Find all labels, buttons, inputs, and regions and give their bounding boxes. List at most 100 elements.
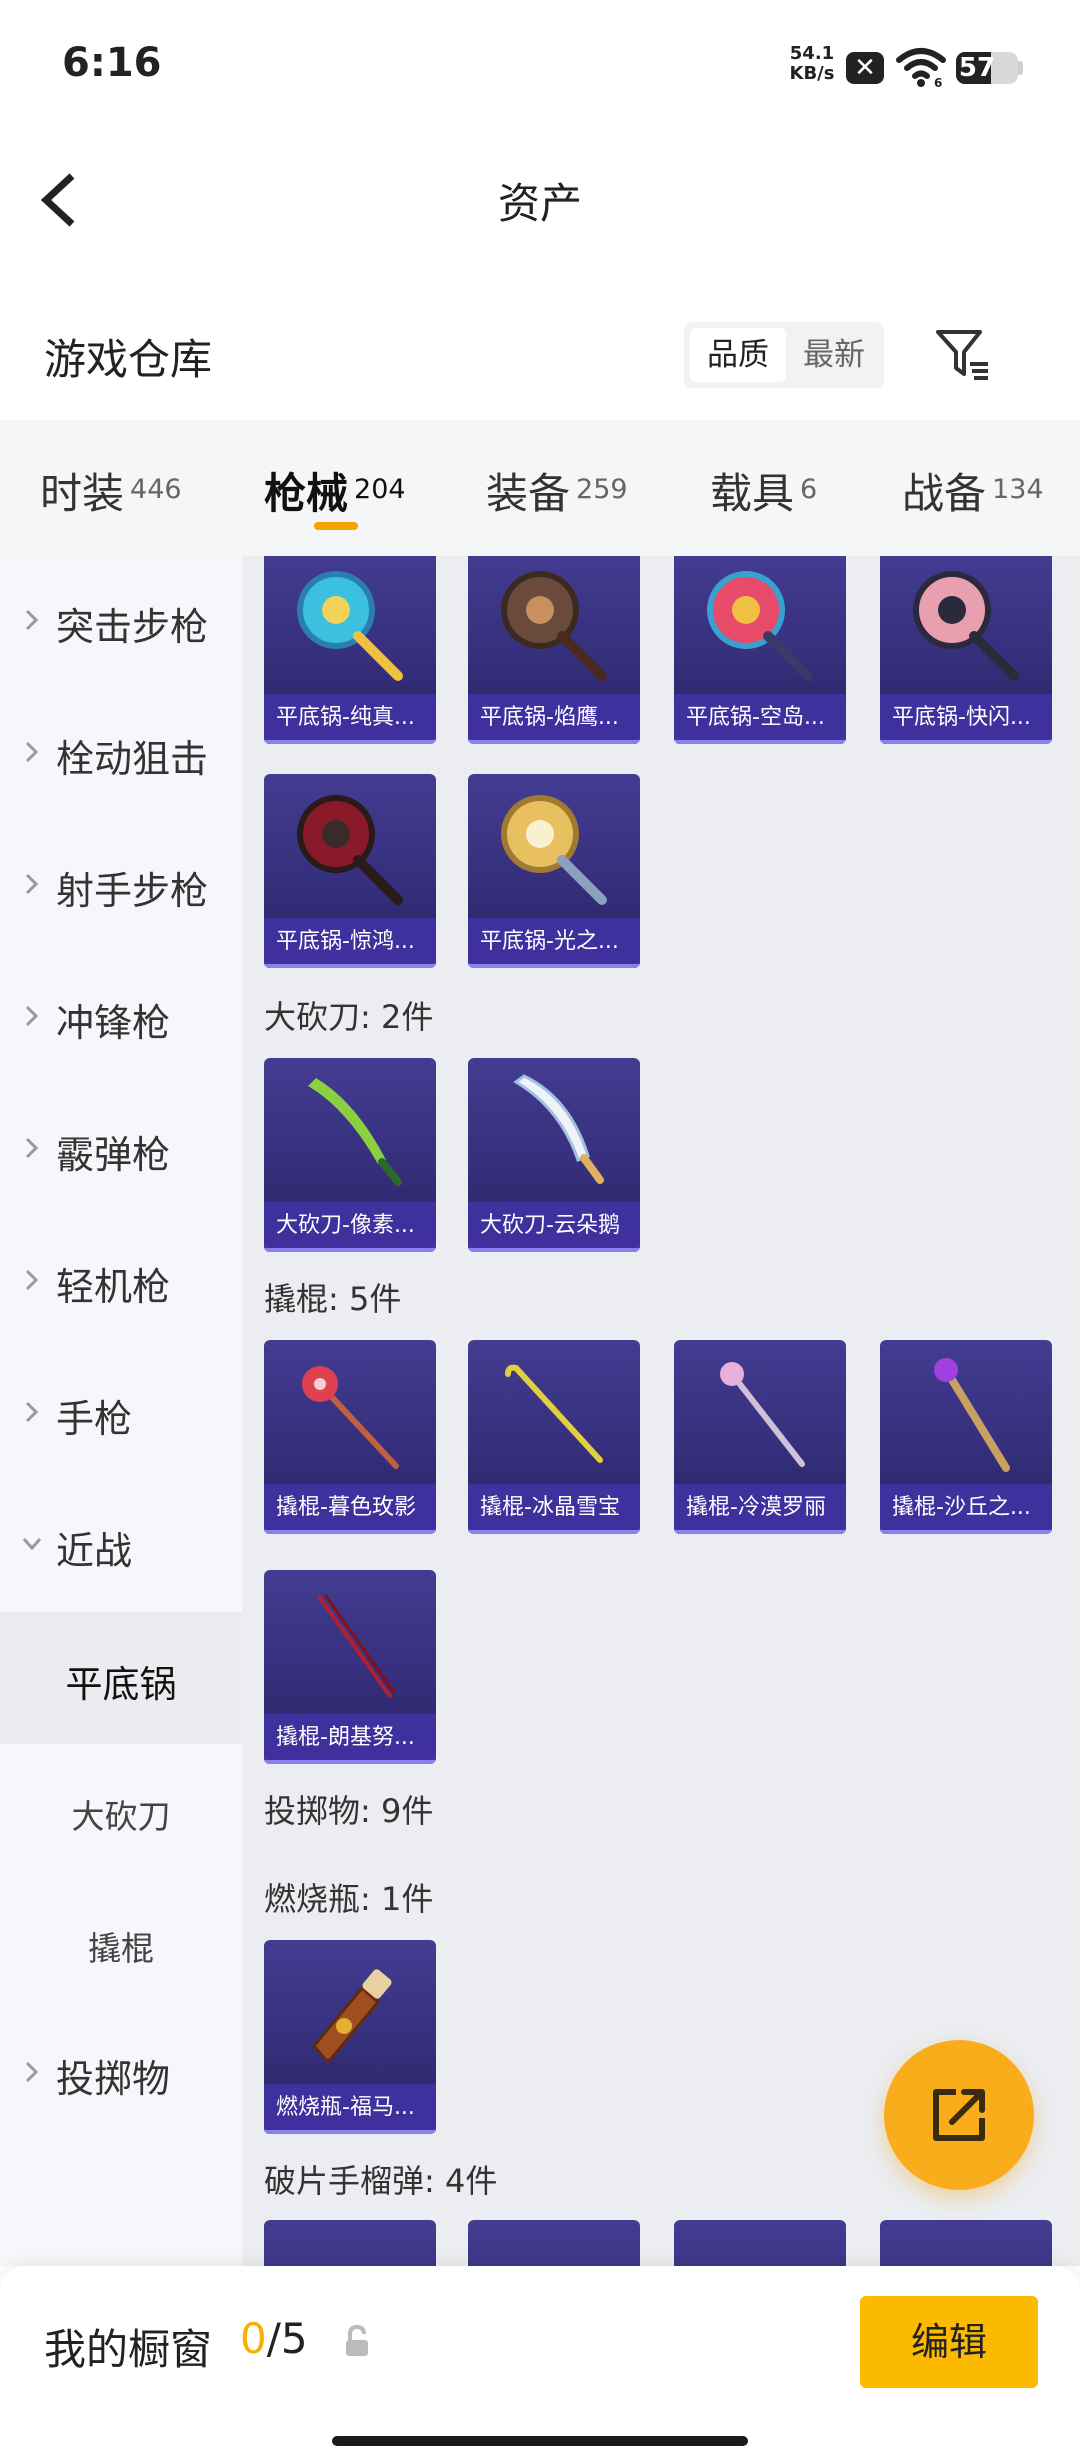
sort-by-newest-button[interactable]: 最新 [788,328,880,382]
screen: 6:16 54.1 KB/s ✕ 6 57 资产 游戏仓库 品质 最新 时装 4… [0,0,1080,2460]
item-name: 大砍刀-云朵鹅 [468,1202,640,1252]
sidebar-item-throwables[interactable]: 投掷物 [0,2008,242,2140]
share-button[interactable] [884,2040,1034,2190]
sidebar-label: 投掷物 [56,2057,171,2101]
sidebar-subitem-crowbar[interactable]: 撬棍 [0,1876,242,2008]
battery-tip [1018,61,1023,75]
sidebar-item-smg[interactable]: 冲锋枪 [0,952,242,1084]
status-bar: 6:16 54.1 KB/s ✕ 6 57 [0,0,1080,140]
item-card[interactable]: 平底锅-焰鹰... [468,556,640,744]
tab-label: 载具 [710,469,795,518]
item-card[interactable]: 撬棍-沙丘之... [880,1340,1052,1534]
status-time: 6:16 [62,40,162,86]
item-card[interactable]: 大砍刀-像素... [264,1058,436,1252]
item-name: 撬棍-朗基努... [264,1714,436,1764]
crowbar-icon [720,1362,805,1467]
sidebar-label: 霰弹枪 [56,1133,171,1177]
sidebar-item-shotgun[interactable]: 霰弹枪 [0,1084,242,1216]
tab-fashion[interactable]: 时装 446 [40,460,182,521]
item-card[interactable]: 撬棍-冷漠罗丽 [674,1340,846,1534]
tab-label: 装备 [486,469,571,518]
item-card[interactable]: 平底锅-光之... [468,774,640,968]
sidebar-item-lmg[interactable]: 轻机枪 [0,1216,242,1348]
chevron-right-icon [25,2061,39,2083]
item-card[interactable]: 平底锅-快闪... [880,556,1052,744]
tab-equipment[interactable]: 装备 259 [486,460,628,521]
sidebar-item-melee[interactable]: 近战 [0,1480,242,1612]
sidebar-subitem-pan[interactable]: 平底锅 [0,1612,242,1744]
tab-count: 259 [576,474,628,505]
edit-button[interactable]: 编辑 [860,2296,1038,2388]
item-name: 撬棍-暮色玫影 [264,1484,436,1534]
tab-count: 204 [354,474,406,505]
item-grid: 平底锅-纯真... 平底锅-焰鹰... 平底锅-空岛... 平底锅-快闪... … [242,556,1080,2266]
pan-icon [707,571,813,681]
sidebar-item-marksman-rifle[interactable]: 射手步枪 [0,820,242,952]
sort-toggle: 品质 最新 [684,322,884,388]
sidebar-item-assault-rifle[interactable]: 突击步枪 [0,556,242,688]
tab-vehicles[interactable]: 载具 6 [710,460,817,521]
battery-indicator: 57 [956,52,1018,84]
sidebar-label: 射手步枪 [56,869,209,913]
lock-icon [346,2324,368,2356]
item-name: 平底锅-惊鸿... [264,918,436,968]
chevron-down-icon [22,1538,42,1551]
pan-icon [501,571,607,681]
tab-count: 6 [800,474,818,505]
item-card[interactable] [264,2220,436,2266]
item-card[interactable]: 撬棍-暮色玫影 [264,1340,436,1534]
machete-icon [513,1074,604,1184]
pan-icon [913,571,1019,681]
molotov-icon [312,1969,392,2062]
tab-label: 枪械 [264,469,349,518]
sidebar-label: 大砍刀 [71,1797,171,1836]
filter-icon[interactable] [932,324,992,384]
item-name: 撬棍-冷漠罗丽 [674,1484,846,1534]
sidebar-item-pistol[interactable]: 手枪 [0,1348,242,1480]
sidebar-label: 轻机枪 [56,1265,171,1309]
sidebar-subitem-machete[interactable]: 大砍刀 [0,1744,242,1876]
item-card[interactable]: 平底锅-纯真... [264,556,436,744]
chevron-right-icon [25,609,39,631]
network-speed: 54.1 KB/s [786,44,838,84]
item-card[interactable]: 平底锅-空岛... [674,556,846,744]
crowbar-icon [318,1594,396,1698]
sidebar-label: 撬棍 [88,1929,154,1968]
item-name: 平底锅-空岛... [674,694,846,744]
tab-count: 446 [130,474,182,505]
notification-close-icon: ✕ [846,52,884,84]
network-speed-value: 54.1 [789,43,835,64]
chevron-right-icon [25,1005,39,1027]
pan-icon [297,571,403,681]
showcase-total: /5 [266,2314,308,2363]
home-indicator[interactable] [332,2436,748,2446]
tab-count: 134 [992,474,1044,505]
item-name: 平底锅-纯真... [264,694,436,744]
section-title-frag-grenade: 破片手榴弹: 4件 [264,2162,498,2200]
item-card[interactable]: 撬棍-朗基努... [264,1570,436,1764]
chevron-right-icon [25,1401,39,1423]
tab-firearms[interactable]: 枪械 204 [264,460,406,521]
tab-supplies[interactable]: 战备 134 [902,460,1044,521]
pan-icon [501,795,607,905]
item-card[interactable] [468,2220,640,2266]
item-name: 燃烧瓶-福马... [264,2084,436,2134]
item-card[interactable]: 燃烧瓶-福马... [264,1940,436,2134]
showcase-label: 我的橱窗 [44,2325,213,2374]
crowbar-icon [302,1366,399,1469]
item-name: 平底锅-焰鹰... [468,694,640,744]
item-card[interactable] [674,2220,846,2266]
item-name: 撬棍-冰晶雪宝 [468,1484,640,1534]
item-card[interactable]: 大砍刀-云朵鹅 [468,1058,640,1252]
sort-by-quality-button[interactable]: 品质 [690,328,786,382]
item-card[interactable]: 平底锅-惊鸿... [264,774,436,968]
sidebar-label: 突击步枪 [56,605,209,649]
sidebar-item-bolt-sniper[interactable]: 栓动狙击 [0,688,242,820]
svg-text:6: 6 [934,76,942,88]
item-card[interactable] [880,2220,1052,2266]
item-name: 撬棍-沙丘之... [880,1484,1052,1534]
item-card[interactable]: 撬棍-冰晶雪宝 [468,1340,640,1534]
section-title-crowbar: 撬棍: 5件 [264,1280,402,1318]
section-title-molotov: 燃烧瓶: 1件 [264,1880,434,1918]
item-name: 平底锅-快闪... [880,694,1052,744]
